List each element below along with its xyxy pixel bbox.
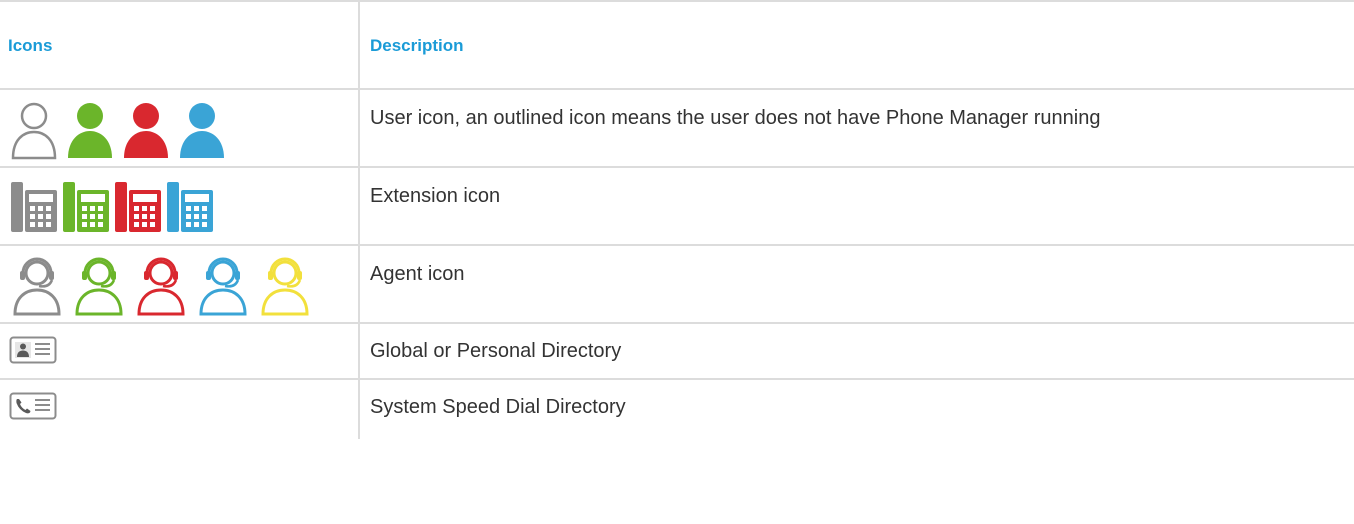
- table-row: User icon, an outlined icon means the us…: [0, 89, 1354, 167]
- directory-card-icon: [9, 336, 57, 364]
- agent-icon-grey: [13, 257, 61, 316]
- agent-icon-yellow: [261, 257, 309, 316]
- extension-icon-grey: [11, 182, 57, 232]
- row-description: Global or Personal Directory: [370, 340, 622, 362]
- agent-icon-blue: [199, 257, 247, 316]
- table-header-row: Icons Description: [0, 1, 1354, 89]
- agent-icon-green: [75, 257, 123, 316]
- table-row: Extension icon: [0, 167, 1354, 245]
- description-cell: User icon, an outlined icon means the us…: [359, 89, 1354, 167]
- icons-cell: [0, 167, 360, 245]
- icons-cell: [0, 245, 360, 323]
- user-icon-outline: [11, 102, 57, 160]
- description-column-header: Description: [370, 36, 464, 55]
- row-description: User icon, an outlined icon means the us…: [370, 107, 1101, 129]
- extension-icon-blue: [167, 182, 213, 232]
- table-row: System Speed Dial Directory: [0, 379, 1354, 439]
- agent-icon-red: [137, 257, 185, 316]
- user-icon-blue: [180, 103, 224, 158]
- icons-column-header: Icons: [0, 1, 360, 89]
- speed-dial-card-icon: [9, 392, 57, 420]
- icons-cell: [0, 323, 360, 379]
- row-description: Agent icon: [370, 263, 465, 285]
- table-row: Global or Personal Directory: [0, 323, 1354, 379]
- table-row: Agent icon: [0, 245, 1354, 323]
- description-cell: System Speed Dial Directory: [359, 379, 1354, 439]
- icons-cell: [0, 89, 360, 167]
- extension-icon-red: [115, 182, 161, 232]
- row-description: Extension icon: [370, 185, 501, 207]
- extension-icon-green: [63, 182, 109, 232]
- user-icon-green: [68, 103, 112, 158]
- icons-cell: [0, 379, 360, 439]
- icon-legend-table: Icons Description User icon, an outlined…: [0, 0, 1354, 439]
- description-cell: Extension icon: [359, 167, 1354, 245]
- user-icon-red: [124, 103, 168, 158]
- description-cell: Global or Personal Directory: [359, 323, 1354, 379]
- description-cell: Agent icon: [359, 245, 1354, 323]
- row-description: System Speed Dial Directory: [370, 396, 626, 418]
